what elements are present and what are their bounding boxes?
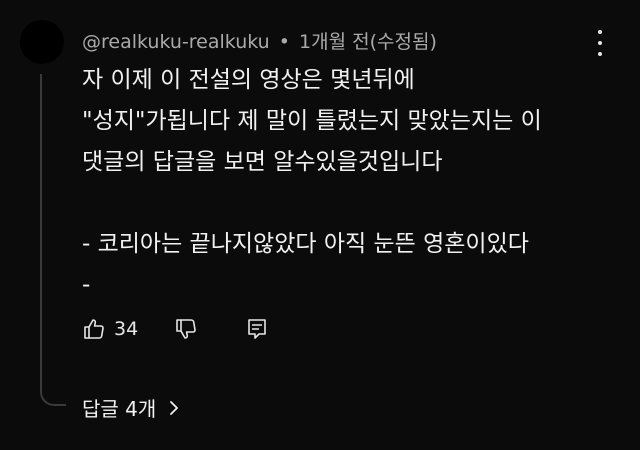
thumb-up-icon bbox=[84, 319, 104, 339]
dislike-button[interactable] bbox=[174, 317, 198, 341]
comment-line: - bbox=[82, 272, 91, 298]
replies-label: 답글 4개 bbox=[82, 397, 157, 421]
thread-line bbox=[40, 74, 42, 384]
comment-time[interactable]: 1개월 전(수정됨) bbox=[299, 31, 437, 53]
author-name[interactable]: @realkuku-realkuku bbox=[82, 31, 270, 53]
header-separator: • bbox=[278, 31, 290, 53]
like-count: 34 bbox=[114, 318, 139, 340]
comment-line: - 코리아는 끝나지않았다 아직 눈뜬 영혼이있다 bbox=[82, 231, 529, 257]
thumb-down-icon bbox=[176, 319, 196, 339]
author-avatar[interactable] bbox=[20, 20, 64, 64]
reply-button[interactable] bbox=[246, 317, 268, 341]
comment-header: @realkuku-realkuku • 1개월 전(수정됨) bbox=[82, 27, 437, 54]
comment-body: 자 이제 이 전설의 영상은 몇년뒤에 "성지"가됩니다 제 말이 틀렸는지 맞… bbox=[82, 60, 622, 306]
comment-line bbox=[82, 183, 622, 224]
thread-curve bbox=[40, 380, 66, 406]
comment-line: 자 이제 이 전설의 영상은 몇년뒤에 bbox=[82, 67, 415, 93]
more-vert-icon[interactable] bbox=[591, 30, 609, 56]
like-button[interactable]: 34 bbox=[82, 317, 138, 341]
comment-actions: 34 bbox=[82, 313, 268, 345]
comment-line: 댓글의 답글을 보면 알수있을것입니다 bbox=[82, 149, 443, 175]
reply-comment-icon bbox=[248, 319, 266, 339]
comment-line: "성지"가됩니다 제 말이 틀렸는지 맞았는지는 이 bbox=[82, 108, 542, 134]
chevron-right-icon bbox=[170, 400, 179, 415]
view-replies-button[interactable]: 답글 4개 bbox=[82, 393, 180, 422]
